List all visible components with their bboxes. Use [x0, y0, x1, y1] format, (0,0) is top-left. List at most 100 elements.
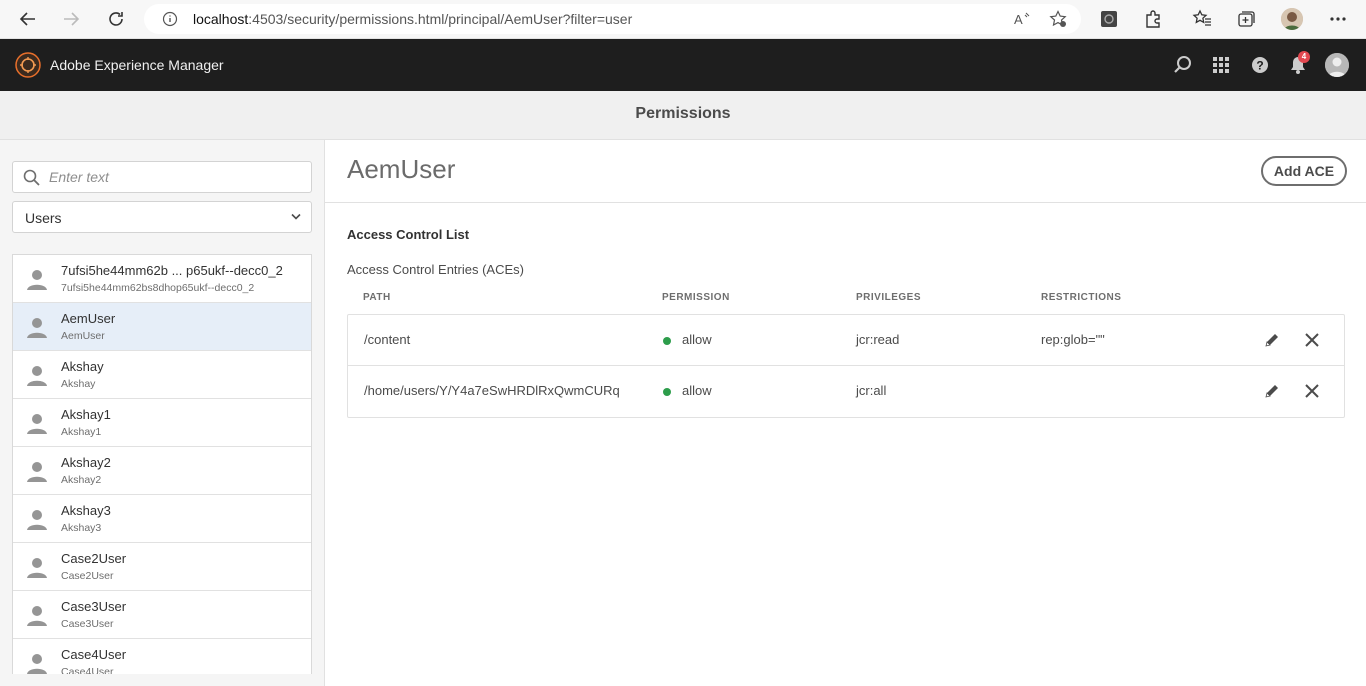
back-button[interactable]: [13, 4, 43, 34]
ace-restrictions: rep:glob="": [1041, 332, 1105, 347]
column-header-path: PATH: [363, 292, 391, 303]
back-arrow-icon: [19, 12, 35, 26]
permissions-main: AemUser Add ACE Access Control List Acce…: [325, 140, 1366, 686]
user-name: Case4User: [61, 647, 127, 662]
ace-row: /home/users/Y/Y4a7eSwHRDlRxQwmCURq allow j…: [348, 366, 1344, 417]
reload-icon: [109, 12, 123, 26]
page-title-bar: Permissions: [0, 91, 1366, 140]
user-name: AemUser: [61, 311, 116, 326]
search-icon[interactable]: [1173, 55, 1193, 75]
help-icon[interactable]: ?: [1250, 55, 1270, 75]
select-value: Users: [25, 210, 62, 226]
user-icon: [27, 462, 47, 482]
user-icon: [27, 414, 47, 434]
user-icon: [27, 558, 47, 578]
user-list-item[interactable]: Case4User Case4User: [13, 639, 311, 674]
user-id: Case3User: [61, 618, 114, 630]
user-icon: [27, 270, 47, 290]
user-name: Akshay1: [61, 407, 111, 422]
user-list-item[interactable]: Akshay Akshay: [13, 351, 311, 399]
user-name: Akshay: [61, 359, 104, 374]
search-field[interactable]: [12, 161, 312, 193]
user-list-item[interactable]: Akshay2 Akshay2: [13, 447, 311, 495]
user-list: 7ufsi5he44mm62b ... p65ukf--decc0_2 7ufsi…: [12, 254, 312, 674]
ace-path: /content: [364, 332, 411, 347]
principal-heading: AemUser: [347, 154, 456, 184]
read-aloud-icon[interactable]: A: [1013, 10, 1031, 28]
user-avatar-icon: [1325, 53, 1349, 77]
edit-pencil-icon[interactable]: [1263, 382, 1281, 400]
user-icon: [27, 366, 47, 386]
user-icon: [27, 654, 47, 674]
user-id: Akshay2: [61, 474, 102, 486]
browser-profile-avatar[interactable]: [1281, 8, 1303, 30]
ace-permission: allow: [682, 332, 712, 347]
user-name: Akshay3: [61, 503, 111, 518]
extension-icon[interactable]: [1099, 9, 1119, 29]
user-name: Akshay2: [61, 455, 111, 470]
favorites-icon[interactable]: [1192, 9, 1212, 29]
edit-pencil-icon[interactable]: [1263, 331, 1281, 349]
user-id: Akshay: [61, 378, 96, 390]
browser-toolbar: localhost:4503/security/permissions.html…: [0, 0, 1366, 39]
delete-close-icon[interactable]: [1303, 382, 1321, 400]
svg-text:?: ?: [1256, 59, 1263, 73]
user-avatar[interactable]: [1325, 53, 1349, 77]
search-input[interactable]: [49, 167, 299, 187]
aem-logo-icon[interactable]: [15, 52, 41, 78]
user-list-item[interactable]: Case2User Case2User: [13, 543, 311, 591]
svg-text:A: A: [1014, 12, 1023, 27]
ace-table: /content allow jcr:read rep:glob="" /home/us…: [347, 314, 1345, 418]
more-menu-icon[interactable]: [1328, 9, 1348, 29]
allow-status-dot: [663, 388, 671, 396]
principal-rail: Users 7ufsi5he44mm62b ... p65ukf--decc0_…: [0, 140, 325, 686]
user-list-item[interactable]: Case3User Case3User: [13, 591, 311, 639]
search-icon: [23, 169, 40, 186]
user-icon: [27, 318, 47, 338]
forward-arrow-icon: [64, 12, 80, 26]
profile-person-icon: [1281, 8, 1303, 30]
column-header-privileges: PRIVILEGES: [856, 292, 922, 303]
forward-button[interactable]: [56, 4, 86, 34]
user-id: AemUser: [61, 330, 105, 342]
user-id: Akshay1: [61, 426, 102, 438]
divider: [325, 202, 1366, 203]
allow-status-dot: [663, 337, 671, 345]
ace-heading: Access Control Entries (ACEs): [347, 262, 524, 277]
user-list-item[interactable]: AemUser AemUser: [13, 303, 311, 351]
user-id: Akshay3: [61, 522, 102, 534]
user-list-item[interactable]: 7ufsi5he44mm62b ... p65ukf--decc0_2 7ufsi…: [13, 255, 311, 303]
principal-type-select[interactable]: Users: [12, 201, 312, 233]
collections-icon[interactable]: [1236, 9, 1256, 29]
ace-permission: allow: [682, 383, 712, 398]
chevron-down-icon: [291, 213, 301, 220]
user-name: Case2User: [61, 551, 127, 566]
column-header-restrictions: RESTRICTIONS: [1041, 292, 1122, 303]
product-name[interactable]: Adobe Experience Manager: [50, 57, 224, 73]
reload-button[interactable]: [101, 4, 131, 34]
user-list-item[interactable]: Akshay3 Akshay3: [13, 495, 311, 543]
page-title: Permissions: [635, 105, 731, 122]
column-header-permission: PERMISSION: [662, 292, 730, 303]
extensions-puzzle-icon[interactable]: [1143, 9, 1163, 29]
acl-heading: Access Control List: [347, 227, 470, 242]
user-id: Case2User: [61, 570, 114, 582]
favorite-add-icon[interactable]: [1049, 10, 1067, 28]
ace-privileges: jcr:read: [856, 332, 900, 347]
ace-path: /home/users/Y/Y4a7eSwHRDlRxQwmCURq: [364, 383, 620, 398]
user-list-item[interactable]: Akshay1 Akshay1: [13, 399, 311, 447]
add-ace-button[interactable]: Add ACE: [1261, 156, 1347, 186]
delete-close-icon[interactable]: [1303, 331, 1321, 349]
ace-row: /content allow jcr:read rep:glob="": [348, 315, 1344, 366]
user-id: 7ufsi5he44mm62bs8dhop65ukf--decc0_2: [61, 282, 255, 294]
user-icon: [27, 510, 47, 530]
ace-privileges: jcr:all: [856, 383, 887, 398]
aem-shell-header: Adobe Experience Manager ? 4: [0, 39, 1366, 91]
solutions-grid-icon[interactable]: [1211, 55, 1231, 75]
user-id: Case4User: [61, 666, 114, 674]
address-bar[interactable]: localhost:4503/security/permissions.html…: [144, 4, 1081, 34]
user-name: 7ufsi5he44mm62b ... p65ukf--decc0_2: [61, 263, 283, 278]
notification-badge: 4: [1298, 51, 1310, 63]
site-info-icon[interactable]: [162, 11, 178, 27]
user-icon: [27, 606, 47, 626]
